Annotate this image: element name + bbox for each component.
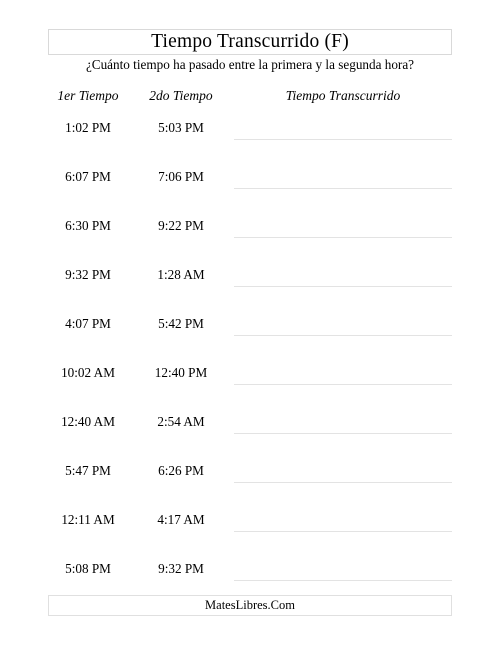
footer-banner: MatesLibres.Com [48, 595, 452, 616]
column-header-row: 1er Tiempo 2do Tiempo Tiempo Transcurrid… [0, 88, 500, 106]
second-time-value: 9:32 PM [158, 561, 204, 576]
elapsed-time-answer-line[interactable] [234, 384, 452, 385]
second-time-value: 9:22 PM [158, 218, 204, 233]
problem-list: 1:02 PM 5:03 PM 6:07 PM 7:06 PM 6:30 PM … [0, 118, 500, 608]
second-time-value: 12:40 PM [154, 365, 208, 380]
page-title: Tiempo Transcurrido (F) [151, 31, 349, 53]
second-time-value: 2:54 AM [157, 414, 205, 429]
worksheet-instructions: ¿Cuánto tiempo ha pasado entre la primer… [85, 57, 415, 72]
elapsed-time-answer-line[interactable] [234, 139, 452, 140]
table-row: 10:02 AM 12:40 PM [0, 363, 500, 412]
table-row: 5:47 PM 6:26 PM [0, 461, 500, 510]
table-row: 12:40 AM 2:54 AM [0, 412, 500, 461]
column-header-second-time: 2do Tiempo [149, 88, 213, 103]
elapsed-time-answer-line[interactable] [234, 335, 452, 336]
column-header-elapsed-time: Tiempo Transcurrido [285, 88, 401, 103]
table-row: 9:32 PM 1:28 AM [0, 265, 500, 314]
table-row: 6:07 PM 7:06 PM [0, 167, 500, 216]
table-row: 4:07 PM 5:42 PM [0, 314, 500, 363]
table-row: 12:11 AM 4:17 AM [0, 510, 500, 559]
elapsed-time-answer-line[interactable] [234, 531, 452, 532]
elapsed-time-answer-line[interactable] [234, 188, 452, 189]
table-row: 1:02 PM 5:03 PM [0, 118, 500, 167]
second-time-value: 1:28 AM [157, 267, 205, 282]
second-time-value: 7:06 PM [158, 169, 204, 184]
elapsed-time-answer-line[interactable] [234, 482, 452, 483]
title-banner: Tiempo Transcurrido (F) [48, 29, 452, 55]
second-time-value: 4:17 AM [157, 512, 205, 527]
elapsed-time-answer-line[interactable] [234, 433, 452, 434]
second-time-value: 5:42 PM [158, 316, 204, 331]
second-time-value: 5:03 PM [158, 120, 204, 135]
elapsed-time-answer-line[interactable] [234, 237, 452, 238]
elapsed-time-answer-line[interactable] [234, 580, 452, 581]
table-row: 6:30 PM 9:22 PM [0, 216, 500, 265]
worksheet-page: Tiempo Transcurrido (F) ¿Cuánto tiempo h… [0, 0, 500, 647]
elapsed-time-answer-line[interactable] [234, 286, 452, 287]
second-time-value: 6:26 PM [158, 463, 204, 478]
footer-site-name: MatesLibres.Com [205, 598, 295, 613]
